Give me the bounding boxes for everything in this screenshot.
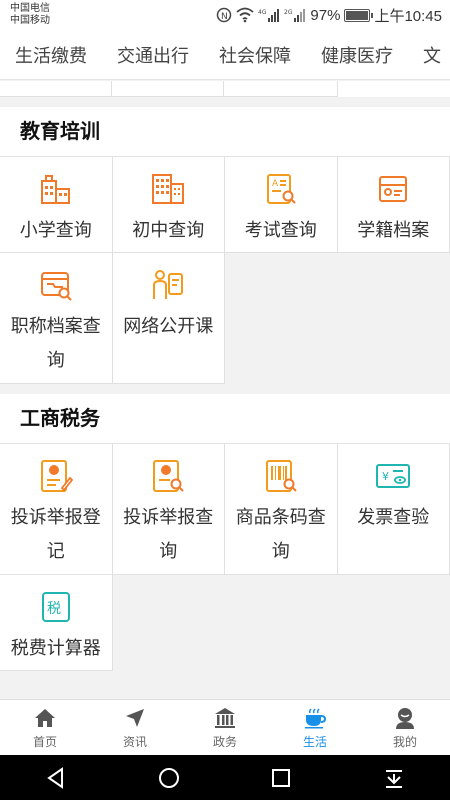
service-label: 小学查询 [19, 220, 92, 240]
carrier-2: 中国移动 [10, 15, 50, 26]
office-building-icon [152, 174, 185, 204]
complaint-edit-icon [40, 460, 73, 492]
content-scroll[interactable]: 教育培训 小学查询 初中查询 A 考试查询 学籍档案 职称档案查询 网络公开课 … [0, 81, 450, 699]
carrier-info: 中国电信 中国移动 [10, 3, 50, 27]
svg-text:4G: 4G [258, 9, 267, 16]
nav-home[interactable]: 首页 [0, 700, 90, 755]
service-label: 投诉举报登记 [10, 507, 101, 561]
service-label: 税费计算器 [10, 638, 101, 658]
exam-search-icon: A [266, 174, 296, 204]
notification-shade-icon[interactable] [381, 765, 407, 791]
nav-life[interactable]: 生活 [270, 700, 360, 755]
service-complaint-query[interactable]: 投诉举报查询 [112, 444, 225, 575]
bottom-nav: 首页 资讯 政务 生活 我的 [0, 699, 450, 755]
barcode-search-icon [265, 460, 297, 492]
empty-cell [337, 253, 450, 384]
section-title: 教育培训 [0, 107, 450, 157]
section-title: 工商税务 [0, 394, 450, 444]
service-open-course[interactable]: 网络公开课 [112, 253, 225, 384]
teacher-board-icon [153, 270, 184, 299]
nav-label: 生活 [302, 734, 327, 749]
nav-label: 政务 [212, 734, 237, 749]
status-icons: N 4G 2G 97% 上午10:45 [216, 5, 442, 25]
navigation-arrow-icon [126, 708, 144, 727]
tab-social-security[interactable]: 社会保障 [204, 42, 306, 68]
svg-text:¥: ¥ [382, 470, 389, 483]
tab-living-payment[interactable]: 生活缴费 [0, 42, 102, 68]
category-tabs: 生活缴费 交通出行 社会保障 健康医疗 文 [0, 30, 450, 80]
svg-text:税: 税 [47, 601, 61, 617]
service-middle-school[interactable]: 初中查询 [112, 157, 225, 253]
government-building-icon [215, 707, 235, 728]
service-grid: 投诉举报登记 投诉举报查询 商品条码查询 ¥ 发票查验 税 税费计算器 [0, 444, 450, 671]
battery-icon [344, 8, 374, 22]
service-student-records[interactable]: 学籍档案 [337, 157, 450, 253]
service-tax-calculator[interactable]: 税 税费计算器 [0, 575, 113, 671]
svg-text:N: N [221, 12, 228, 22]
empty-cell [225, 253, 338, 384]
section-business-tax: 工商税务 投诉举报登记 投诉举报查询 商品条码查询 ¥ 发票查验 税 税费计算器 [0, 394, 450, 671]
signal-4g-icon: 4G [258, 9, 280, 22]
nav-label: 首页 [32, 734, 57, 749]
recent-apps-icon[interactable] [268, 765, 294, 791]
tab-transport[interactable]: 交通出行 [102, 42, 204, 68]
empty-cell [337, 575, 450, 671]
system-nav-bar [0, 755, 450, 800]
coffee-cup-icon [305, 707, 327, 728]
nfc-icon: N [217, 7, 232, 23]
nav-label: 我的 [392, 734, 417, 749]
service-complaint-register[interactable]: 投诉举报登记 [0, 444, 113, 575]
empty-cell [112, 575, 225, 671]
section-education: 教育培训 小学查询 初中查询 A 考试查询 学籍档案 职称档案查询 网络公开课 [0, 107, 450, 384]
invoice-check-icon: ¥ [376, 464, 411, 488]
tab-health[interactable]: 健康医疗 [306, 42, 408, 68]
empty-cell [225, 575, 338, 671]
svg-text:A: A [272, 179, 279, 189]
file-archive-icon [379, 176, 408, 202]
status-bar: 中国电信 中国移动 N 4G 2G 97% 上午10:45 [0, 0, 450, 30]
wifi-icon [236, 7, 255, 23]
service-label: 职称档案查询 [10, 316, 101, 370]
clock: 上午10:45 [374, 7, 442, 25]
tab-culture-partial[interactable]: 文 [408, 42, 450, 68]
service-grid: 小学查询 初中查询 A 考试查询 学籍档案 职称档案查询 网络公开课 [0, 157, 450, 384]
signal-2g-icon: 2G [284, 9, 306, 22]
nav-mine[interactable]: 我的 [360, 700, 450, 755]
home-icon [35, 708, 55, 727]
service-label: 发票查验 [357, 507, 430, 527]
service-title-records[interactable]: 职称档案查询 [0, 253, 113, 384]
service-invoice-check[interactable]: ¥ 发票查验 [337, 444, 450, 575]
service-label: 投诉举报查询 [123, 507, 214, 561]
back-icon[interactable] [43, 765, 69, 791]
previous-section-tail [0, 81, 450, 97]
carrier-1: 中国电信 [10, 3, 50, 14]
nav-government[interactable]: 政务 [180, 700, 270, 755]
service-barcode-query[interactable]: 商品条码查询 [225, 444, 338, 575]
school-building-icon [40, 175, 70, 204]
service-label: 网络公开课 [123, 316, 214, 336]
service-primary-school[interactable]: 小学查询 [0, 157, 113, 253]
archive-box-search-icon [40, 272, 72, 301]
complaint-search-icon [153, 460, 184, 492]
nav-news[interactable]: 资讯 [90, 700, 180, 755]
tax-calculator-icon: 税 [41, 592, 70, 622]
service-label: 初中查询 [132, 220, 205, 240]
battery-percent: 97% [310, 6, 341, 24]
service-label: 学籍档案 [357, 220, 430, 240]
service-label: 考试查询 [244, 220, 317, 240]
nav-label: 资讯 [122, 734, 147, 749]
user-avatar-icon [396, 707, 414, 729]
service-exam-query[interactable]: A 考试查询 [225, 157, 338, 253]
service-label: 商品条码查询 [235, 507, 326, 561]
home-circle-icon[interactable] [156, 765, 182, 791]
svg-text:2G: 2G [284, 9, 293, 16]
